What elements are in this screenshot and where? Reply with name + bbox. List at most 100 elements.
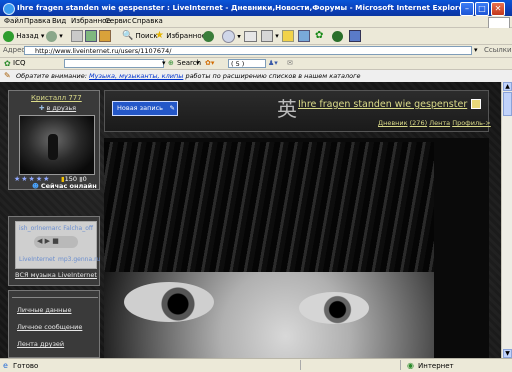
icq-search-dropdown-icon[interactable]: ▾ [162, 59, 166, 67]
scroll-up-icon[interactable]: ▲ [503, 82, 512, 91]
menu-help[interactable]: Справка [132, 17, 163, 25]
home-icon [99, 30, 111, 42]
messenger-icon: ✿ [315, 30, 324, 41]
toolbar: Назад ▾ ▾ 🔍 Поиск ★ Избранное ▾ ▾ ✿ [0, 28, 512, 45]
vertical-scrollbar[interactable]: ▲ ▼ [501, 82, 512, 358]
address-dropdown-icon[interactable]: ▾ [474, 46, 478, 54]
status-bar: e Готово ◉ Интернет [0, 358, 512, 372]
diary-link[interactable]: Дневник [378, 119, 408, 127]
blog-title[interactable]: Ihre fragen standen wie gespenster [298, 99, 467, 110]
discuss-icon [282, 30, 294, 42]
window-title: Ihre fragen standen wie gespenster : Liv… [17, 3, 468, 12]
edit-button[interactable]: ▾ [261, 30, 279, 42]
icq-user-icon[interactable]: ♟▾ [268, 59, 278, 67]
image-hair [104, 142, 434, 272]
menu-edit[interactable]: Правка [24, 17, 51, 25]
icq-toolbar: ✿ ICQ ▾ ⊕ Search ▾ ✿▾ ( 5 ) ♟▾ ✉ [0, 58, 512, 70]
search-go-icon: ⊕ [168, 59, 174, 67]
media-button[interactable] [203, 30, 214, 42]
menu-tools[interactable]: Сервис [105, 17, 131, 25]
status-text: Готово [13, 362, 39, 370]
search-button[interactable]: 🔍 Поиск [122, 30, 158, 42]
all-music-link[interactable]: ВСЯ музыка LiveInternet [15, 271, 97, 279]
extra-button[interactable] [349, 30, 361, 42]
scroll-thumb[interactable] [503, 92, 512, 116]
icq-label[interactable]: ICQ [13, 59, 25, 67]
mail-icon [222, 30, 235, 43]
menu-bar: Файл Правка Вид Избранное Сервис Справка [0, 16, 512, 29]
forward-button[interactable]: ▾ [46, 30, 63, 42]
close-button[interactable]: ✕ [491, 2, 505, 16]
mail-button[interactable]: ▾ [222, 30, 241, 43]
add-friend-link[interactable]: в друзья [47, 104, 77, 112]
address-input[interactable]: http://www.liveinternet.ru/users/1107674… [24, 46, 472, 55]
icq-flower-icon: ✿ [4, 59, 11, 68]
back-button[interactable]: Назад ▾ [3, 30, 44, 42]
music-player[interactable]: ish_orlnemar с Falcha_off ◀ ▶ ■ LiveInte… [15, 221, 100, 269]
zone-text: Интернет [418, 362, 454, 370]
icq-count-box[interactable]: ( 5 ) [228, 59, 266, 68]
add-friend-icon: ✚ [39, 104, 45, 112]
messenger-button[interactable]: ✿ [315, 30, 323, 42]
music-brand2[interactable]: mp3.genna.ru [58, 256, 100, 263]
page-content: Кристалл 777 ✚ в друзья ★★★★★ ▮150 ▮0 ☻ … [0, 82, 501, 358]
star-icon: ★ [155, 30, 164, 41]
sidebar-item-friends-feed[interactable]: Лента друзей [17, 340, 64, 348]
sidebar-item-personal-data[interactable]: Личные данные [17, 306, 72, 314]
discuss-button[interactable] [282, 30, 294, 42]
icq-search-arrow-icon[interactable]: ▾ [196, 59, 200, 67]
menu-file[interactable]: Файл [4, 17, 23, 25]
profile-name[interactable]: Кристалл 777 [31, 94, 82, 102]
player-controls[interactable]: ◀ ▶ ■ [34, 236, 78, 248]
notice-suffix: работы по расширению списков в нашем кат… [185, 72, 361, 80]
refresh-button[interactable] [85, 30, 97, 42]
music-user2[interactable]: с Falcha_off [58, 225, 93, 232]
scroll-down-icon[interactable]: ▼ [503, 349, 512, 358]
music-user1[interactable]: ish_orlnemar [19, 225, 58, 232]
icq-search-input[interactable] [64, 59, 164, 68]
links-label[interactable]: Ссылки [484, 46, 512, 54]
feed-link[interactable]: Лента [429, 119, 450, 127]
post-image[interactable] [104, 142, 434, 358]
post-image-frame [104, 138, 489, 358]
refresh-icon [85, 30, 97, 42]
title-bar: Ihre fragen standen wie gespenster : Liv… [0, 0, 512, 16]
research-button[interactable] [298, 30, 310, 42]
image-left-eye [124, 282, 214, 322]
tools-icon [332, 30, 343, 42]
icq-status-icon[interactable]: ✿▾ [205, 59, 214, 67]
play-icon[interactable]: ◀ ▶ ■ [37, 237, 59, 245]
address-bar: Адрес http://www.liveinternet.ru/users/1… [0, 45, 512, 58]
avatar-figure [48, 134, 58, 160]
back-arrow-icon [3, 30, 14, 42]
diary-count[interactable]: (276) [410, 119, 427, 127]
ie-logo-icon [3, 3, 15, 15]
profile-link[interactable]: Профиль-> [452, 119, 491, 127]
notice-link[interactable]: Музыка, музыканты, клипы [89, 72, 183, 80]
menu-view[interactable]: Вид [52, 17, 66, 25]
media-icon [203, 30, 214, 42]
print-button[interactable] [244, 30, 257, 42]
extra-icon [349, 30, 361, 42]
status-page-icon: e [3, 361, 8, 370]
notice-icon: ✎ [4, 71, 11, 80]
sidebar-item-private-message[interactable]: Личное сообщение [17, 323, 82, 331]
music-brand1[interactable]: LiveInternet [19, 256, 55, 263]
home-button[interactable] [99, 30, 111, 42]
avatar[interactable] [19, 115, 95, 175]
forward-arrow-icon [46, 30, 57, 42]
address-label: Адрес [3, 46, 26, 54]
tools-button[interactable] [332, 30, 343, 42]
pencil-icon: ✎ [169, 104, 175, 112]
stop-button[interactable] [71, 30, 83, 42]
status-divider-2 [400, 360, 401, 370]
favorites-button[interactable]: ★ Избранное [155, 30, 206, 42]
minimize-button[interactable]: – [460, 2, 474, 16]
maximize-button[interactable]: □ [475, 2, 489, 16]
online-status: Сейчас онлайн [40, 182, 97, 190]
sidebar-menu: Личные данные Личное сообщение Лента дру… [8, 290, 100, 358]
status-divider [300, 360, 301, 370]
icq-misc-icon[interactable]: ✉ [287, 59, 293, 67]
blog-rss-icon[interactable] [471, 99, 481, 109]
new-post-button[interactable]: Новая запись ✎ [112, 101, 178, 116]
